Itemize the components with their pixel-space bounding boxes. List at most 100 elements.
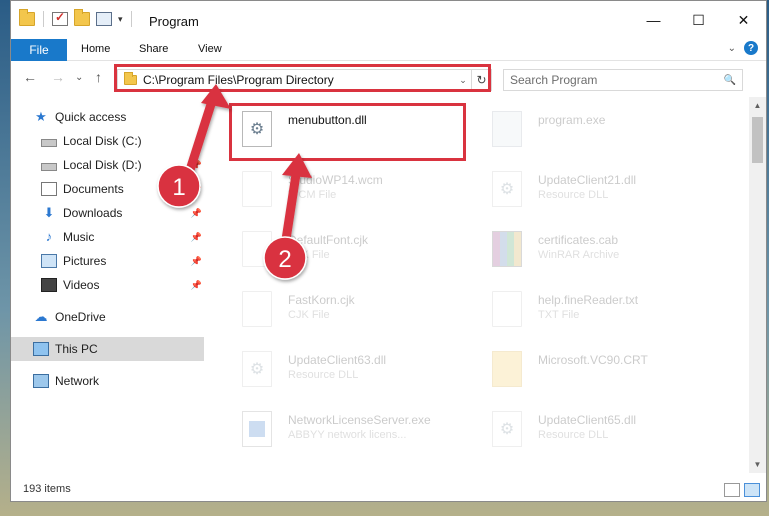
back-button[interactable]: ← [23, 69, 37, 85]
dll-icon: ⚙ [242, 351, 272, 387]
sidebar-item[interactable]: Local Disk (D:) 📌 [11, 153, 204, 177]
status-bar: 193 items [11, 481, 766, 501]
sidebar-item-label: Documents [63, 182, 124, 196]
window-controls: — ☐ ✕ [631, 1, 766, 39]
file-item[interactable]: ⚙ UpdateClient21.dll Resource DLL [486, 165, 726, 213]
file-item[interactable]: FastKorn.cjk CJK File [236, 285, 476, 333]
file-item[interactable]: help.fineReader.txt TXT File [486, 285, 726, 333]
file-type: CJK File [288, 309, 330, 321]
exe-icon [492, 111, 522, 147]
folder-icon [124, 72, 137, 85]
document-icon [242, 291, 272, 327]
file-type: Resource DLL [538, 429, 609, 441]
properties-check-icon[interactable] [52, 10, 68, 26]
sidebar-item[interactable]: Network [11, 369, 204, 393]
file-item[interactable]: certificates.cab WinRAR Archive [486, 225, 726, 273]
sidebar-item[interactable]: Local Disk (C:) [11, 129, 204, 153]
pin-icon: 📌 [190, 279, 202, 290]
address-dropdown-chevron-icon[interactable]: ⌄ [455, 75, 471, 86]
document-icon [242, 231, 272, 267]
file-name: UpdateClient21.dll [538, 173, 637, 187]
tab-home[interactable]: Home [81, 43, 110, 55]
sidebar-item-label: Quick access [55, 110, 127, 124]
close-button[interactable]: ✕ [721, 1, 766, 39]
properties-icon[interactable] [96, 12, 112, 26]
sidebar-item[interactable]: Pictures 📌 [11, 249, 204, 273]
dll-icon: ⚙ [492, 411, 522, 447]
file-name: UpdateClient63.dll [288, 353, 387, 367]
file-type: Resource DLL [538, 189, 609, 201]
file-name: DefaultFont.cjk [288, 233, 369, 247]
search-icon: 🔍 [723, 74, 736, 86]
file-list: ⚙ menubutton.dll program.exe StudioWP14.wcm… [206, 97, 739, 473]
file-type: TXT File [538, 309, 580, 321]
document-icon [492, 291, 522, 327]
ribbon-tabs: File Home Share View ⌄ ? [11, 39, 766, 61]
drive-icon [41, 138, 57, 147]
tab-file[interactable]: File [11, 39, 67, 61]
document-icon [242, 171, 272, 207]
folder-icon [492, 351, 522, 387]
sidebar-item[interactable]: Documents 📌 [11, 177, 204, 201]
pin-icon: 📌 [190, 183, 202, 194]
videos-icon [41, 278, 57, 292]
file-type: ABBYY network licens... [288, 429, 407, 441]
file-name: FastKorn.cjk [288, 293, 355, 307]
archive-icon [492, 231, 522, 267]
star-icon: ★ [35, 109, 47, 124]
sidebar-item[interactable]: ★ Quick access [11, 105, 204, 129]
sidebar-item-label: OneDrive [55, 310, 106, 324]
minimize-button[interactable]: — [631, 1, 676, 39]
toolbar-divider [130, 11, 132, 27]
customize-toolbar-chevron-icon[interactable]: ▾ [118, 14, 123, 25]
maximize-button[interactable]: ☐ [676, 1, 721, 39]
forward-button[interactable]: → [51, 69, 65, 85]
tab-share[interactable]: Share [139, 43, 168, 55]
scroll-down-icon[interactable]: ▼ [749, 456, 766, 473]
file-item[interactable]: StudioWP14.wcm WCM File [236, 165, 476, 213]
tab-view[interactable]: View [198, 43, 222, 55]
new-folder-icon[interactable] [74, 9, 90, 26]
address-path[interactable]: C:\Program Files\Program Directory [143, 73, 455, 87]
pin-icon: 📌 [190, 255, 202, 266]
item-count: 193 items [23, 483, 71, 495]
computer-icon [33, 342, 49, 356]
sidebar-item[interactable]: ♪ Music 📌 [11, 225, 204, 249]
search-placeholder: Search Program [510, 73, 598, 87]
sidebar-item-label: Local Disk (C:) [63, 134, 142, 148]
sidebar-item[interactable]: This PC [11, 337, 204, 361]
download-icon: ⬇ [43, 205, 55, 220]
scroll-thumb[interactable] [752, 117, 763, 163]
address-bar[interactable]: C:\Program Files\Program Directory ⌄ ↻ [117, 69, 492, 91]
file-item[interactable]: Microsoft.VC90.CRT [486, 345, 726, 393]
pin-icon: 📌 [190, 231, 202, 242]
music-icon: ♪ [45, 229, 53, 244]
quick-access-toolbar: ▾ [19, 9, 134, 27]
file-type: Resource DLL [288, 369, 359, 381]
file-item[interactable]: NetworkLicenseServer.exe ABBYY network li… [236, 405, 476, 453]
up-button[interactable]: ↑ [95, 69, 102, 85]
details-view-icon[interactable] [724, 483, 740, 497]
file-name: StudioWP14.wcm [288, 173, 383, 187]
sidebar-item[interactable]: ☁ OneDrive [11, 305, 204, 329]
file-item[interactable]: program.exe [486, 105, 726, 153]
help-icon[interactable]: ? [744, 41, 758, 55]
refresh-button[interactable]: ↻ [471, 70, 491, 90]
dll-icon: ⚙ [242, 111, 272, 147]
search-input[interactable]: Search Program 🔍 [503, 69, 743, 91]
dll-icon: ⚙ [492, 171, 522, 207]
sidebar-item[interactable]: Videos 📌 [11, 273, 204, 297]
file-item[interactable]: ⚙ UpdateClient63.dll Resource DLL [236, 345, 476, 393]
file-item[interactable]: DefaultFont.cjk CJK File [236, 225, 476, 273]
file-item[interactable]: ⚙ UpdateClient65.dll Resource DLL [486, 405, 726, 453]
collapse-ribbon-chevron-icon[interactable]: ⌄ [728, 43, 736, 54]
vertical-scrollbar[interactable]: ▲ ▼ [749, 97, 766, 473]
large-icons-view-icon[interactable] [744, 483, 760, 497]
recent-locations-chevron-icon[interactable]: ⌄ [75, 72, 83, 83]
sidebar-item[interactable]: ⬇ Downloads 📌 [11, 201, 204, 225]
scroll-up-icon[interactable]: ▲ [749, 97, 766, 114]
file-item[interactable]: ⚙ menubutton.dll [236, 105, 476, 153]
file-name: menubutton.dll [288, 113, 367, 127]
file-name: certificates.cab [538, 233, 619, 247]
drive-icon [41, 162, 57, 171]
